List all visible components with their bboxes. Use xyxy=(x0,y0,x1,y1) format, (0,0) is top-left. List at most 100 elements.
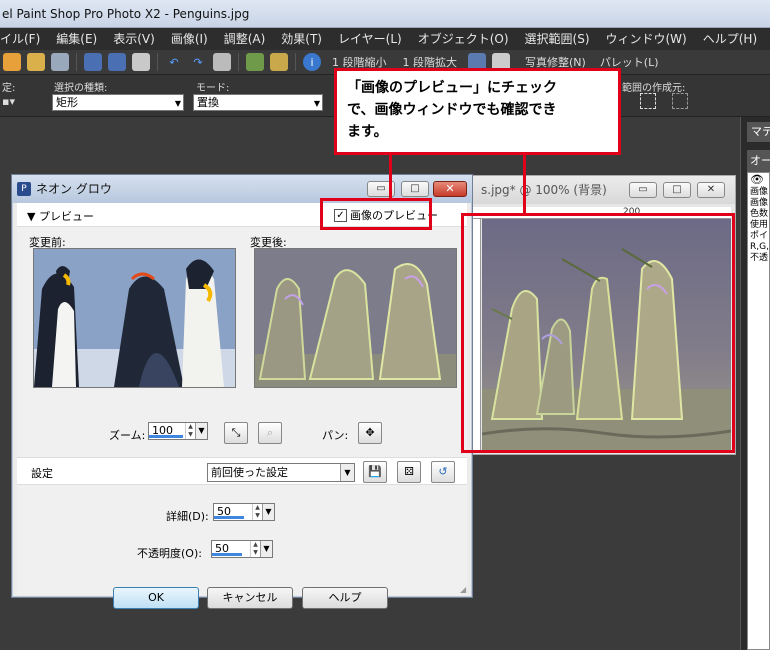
reset-button[interactable]: ↺ xyxy=(431,461,455,483)
zoom-tool-button[interactable]: ⌕ xyxy=(258,422,282,444)
callout-connector-right xyxy=(523,155,526,215)
ok-button[interactable]: OK xyxy=(113,587,199,609)
app-title-bar: el Paint Shop Pro Photo X2 - Penguins.jp… xyxy=(0,0,770,28)
preset-dropdown-icon[interactable]: ▪▾ xyxy=(2,95,15,108)
chevron-down-icon[interactable]: ▼ xyxy=(195,423,207,439)
command-history-icon[interactable] xyxy=(213,53,231,71)
opacity-label: 不透明度(O): xyxy=(137,547,202,560)
palette-line: 使用 xyxy=(750,220,769,230)
open-file-icon[interactable] xyxy=(27,53,45,71)
mode-select[interactable]: 置換 ▼ xyxy=(193,94,323,111)
selection-type-select[interactable]: 矩形 ▼ xyxy=(52,94,184,111)
image-window-highlight-box xyxy=(461,213,735,453)
fit-view-button[interactable]: ⤡ xyxy=(224,422,248,444)
minimize-button[interactable]: ▭ xyxy=(629,182,657,198)
menu-selections[interactable]: 選択範囲(S) xyxy=(517,28,598,50)
select-all-icon[interactable] xyxy=(640,93,656,109)
after-preview[interactable] xyxy=(254,248,457,388)
chevron-down-icon[interactable]: ▼ xyxy=(262,504,274,520)
settings-row: 設定 前回使った設定 ▼ 💾 ⚄ ↺ xyxy=(17,457,467,485)
maximize-button[interactable]: □ xyxy=(663,182,691,198)
menu-adjust[interactable]: 調整(A) xyxy=(216,28,274,50)
cancel-button[interactable]: キャンセル xyxy=(207,587,293,609)
toolbar-divider xyxy=(238,53,239,71)
zoom-stepper[interactable]: 100 ▲ ▼ ▼ xyxy=(148,422,208,440)
zoom-label: ズーム: xyxy=(109,429,146,442)
preset-label: 定: xyxy=(2,83,16,94)
overview-palette-header[interactable]: オー xyxy=(747,150,770,172)
new-file-icon[interactable] xyxy=(3,53,21,71)
spin-up-down-icon[interactable]: ▲ ▼ xyxy=(252,504,262,520)
preset-select[interactable]: 前回使った設定 ▼ xyxy=(207,463,355,482)
neon-glow-dialog: P ネオン グロウ ▭ □ ✕ ▼ プレビュー ✓ 画像のプレビュー 変更前: … xyxy=(11,174,473,609)
opacity-stepper[interactable]: 50 ▲ ▼ ▼ xyxy=(211,540,273,558)
detail-slider-bar xyxy=(214,516,244,519)
palette-line: 色数 xyxy=(750,209,769,219)
settings-label: 設定 xyxy=(31,467,53,480)
annotation-callout: 「画像のプレビュー」にチェック で、画像ウィンドウでも確認でき ます。 xyxy=(334,68,621,155)
callout-line: 「画像のプレビュー」にチェック xyxy=(347,80,557,96)
overview-palette-body: 👁 画像 画像 色数 使用 ポイン R,G,B 不透 xyxy=(747,172,770,650)
dialog-title: ネオン グロウ xyxy=(36,182,112,196)
chevron-down-icon: ▼ xyxy=(174,99,181,108)
menu-view[interactable]: 表示(V) xyxy=(105,28,163,50)
palette-line: 画像 xyxy=(750,187,769,197)
menu-objects[interactable]: オブジェクト(O) xyxy=(410,28,517,50)
save-preset-button[interactable]: 💾 xyxy=(363,461,387,483)
spin-up-down-icon[interactable]: ▲ ▼ xyxy=(185,423,195,439)
preview-toggle-label: プレビュー xyxy=(38,210,94,223)
menu-image[interactable]: 画像(I) xyxy=(163,28,216,50)
chevron-down-icon: ▼ xyxy=(313,99,320,108)
callout-line: で、画像ウィンドウでも確認でき xyxy=(347,102,557,118)
help-button[interactable]: ヘルプ xyxy=(302,587,388,609)
menu-file[interactable]: イル(F) xyxy=(0,28,48,50)
pan-button[interactable]: ✥ xyxy=(358,422,382,444)
selection-type-value: 矩形 xyxy=(56,96,78,109)
preset-value: 前回使った設定 xyxy=(211,466,288,479)
chevron-down-icon[interactable]: ▼ xyxy=(260,541,272,557)
preview-toggle[interactable]: ▼ プレビュー xyxy=(27,208,94,224)
select-none-icon[interactable] xyxy=(672,93,688,109)
organizer-icon[interactable] xyxy=(246,53,264,71)
mode-value: 置換 xyxy=(197,96,219,109)
menu-layers[interactable]: レイヤー(L) xyxy=(330,28,410,50)
toolbar-divider xyxy=(157,53,158,71)
mode-label: モード: xyxy=(196,83,230,94)
randomize-button[interactable]: ⚄ xyxy=(397,461,421,483)
materials-palette-header[interactable]: マテ xyxy=(747,122,770,142)
opacity-slider-bar xyxy=(212,553,242,556)
save-icon[interactable] xyxy=(84,53,102,71)
detail-stepper[interactable]: 50 ▲ ▼ ▼ xyxy=(213,503,275,521)
eye-icon[interactable]: 👁 xyxy=(748,173,769,187)
pan-label: パン: xyxy=(322,429,349,442)
resize-grip-icon[interactable]: ◢ xyxy=(460,585,470,595)
chevron-down-icon: ▼ xyxy=(340,464,354,481)
palette-line: R,G,B xyxy=(750,242,769,252)
app-title: el Paint Shop Pro Photo X2 - Penguins.jp… xyxy=(2,7,250,21)
redo-icon[interactable]: ↷ xyxy=(189,53,207,71)
selection-type-label: 選択の種類: xyxy=(54,83,108,94)
menu-effects[interactable]: 効果(T) xyxy=(273,28,330,50)
image-window-title-bar[interactable]: s.jpg* @ 100% (背景) xyxy=(469,176,735,204)
penguins-original-image xyxy=(34,249,235,387)
menu-help[interactable]: ヘルプ(H) xyxy=(695,28,765,50)
callout-line: ます。 xyxy=(347,124,388,140)
checkbox-highlight-box xyxy=(320,198,432,230)
spin-up-down-icon[interactable]: ▲ ▼ xyxy=(250,541,260,557)
toolbar-divider xyxy=(76,53,77,71)
penguins-neon-preview-image xyxy=(255,249,456,387)
palette-line: 不透 xyxy=(750,253,769,263)
undo-icon[interactable]: ↶ xyxy=(165,53,183,71)
dialog-close-button[interactable]: ✕ xyxy=(433,181,467,197)
close-button[interactable]: ✕ xyxy=(697,182,725,198)
before-preview[interactable] xyxy=(33,248,236,388)
dialog-maximize-button[interactable]: □ xyxy=(401,181,429,197)
learning-center-icon[interactable] xyxy=(270,53,288,71)
save-as-icon[interactable] xyxy=(108,53,126,71)
menu-window[interactable]: ウィンドウ(W) xyxy=(598,28,695,50)
print-icon[interactable] xyxy=(132,53,150,71)
callout-connector-left xyxy=(389,155,392,200)
menu-edit[interactable]: 編集(E) xyxy=(48,28,105,50)
browse-icon[interactable] xyxy=(51,53,69,71)
info-icon[interactable]: i xyxy=(303,53,321,71)
